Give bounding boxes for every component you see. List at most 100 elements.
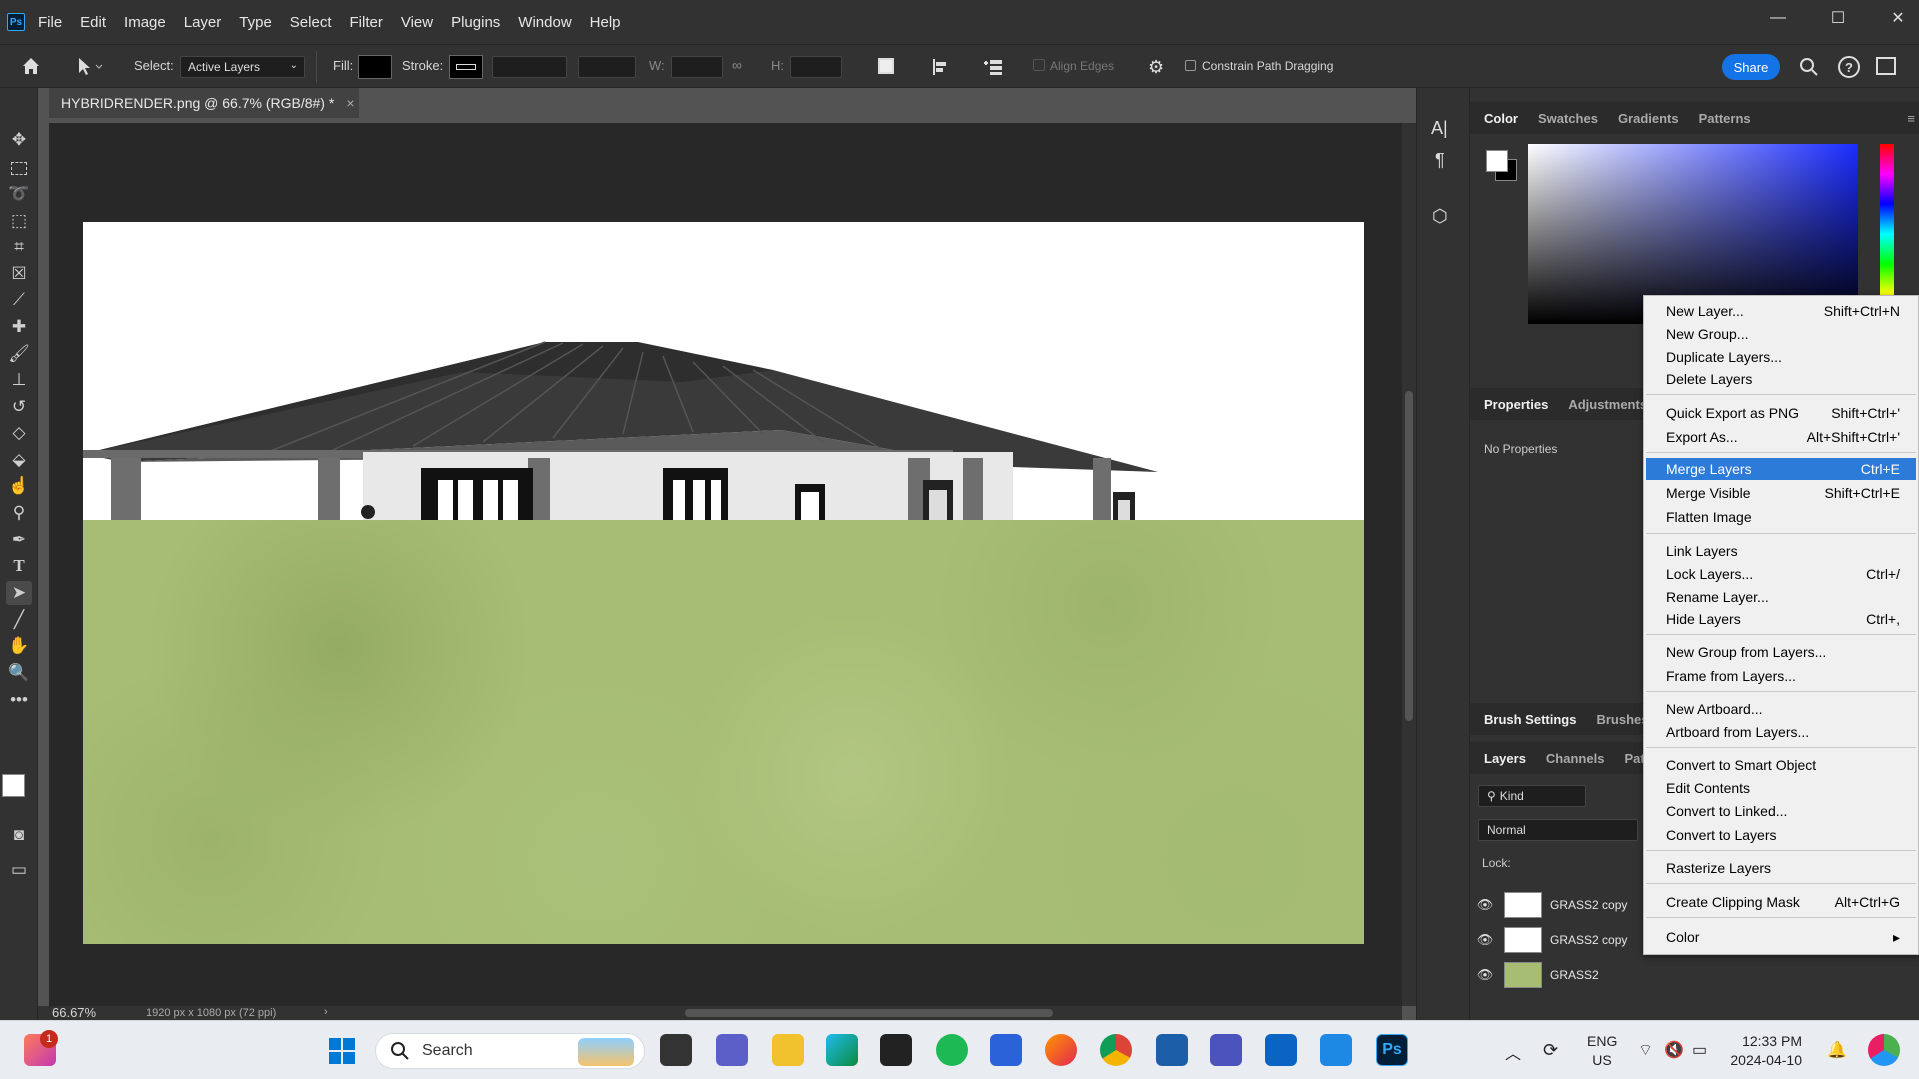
- tab-gradients[interactable]: Gradients: [1618, 111, 1679, 126]
- menu-filter[interactable]: Filter: [350, 14, 383, 31]
- lasso-tool-icon[interactable]: ➰: [6, 182, 32, 206]
- teams-work-icon[interactable]: [1210, 1034, 1242, 1066]
- constrain-checkbox[interactable]: [1185, 60, 1196, 71]
- menu-item-edit-contents[interactable]: Edit Contents: [1646, 777, 1916, 799]
- menu-item-quick-export[interactable]: Quick Export as PNG Shift+Ctrl+': [1646, 402, 1916, 424]
- stroke-type-dropdown[interactable]: [578, 56, 636, 78]
- stroke-width-field[interactable]: [492, 56, 567, 78]
- tab-brush-settings[interactable]: Brush Settings: [1484, 712, 1576, 727]
- horizontal-scrollbar[interactable]: [340, 1006, 1402, 1020]
- menu-layer[interactable]: Layer: [184, 14, 222, 31]
- layer-name[interactable]: GRASS2 copy: [1550, 898, 1627, 912]
- menu-file[interactable]: File: [38, 14, 62, 31]
- layer-row[interactable]: 👁 GRASS2 copy: [1470, 923, 1640, 957]
- battery-icon[interactable]: ▭: [1692, 1040, 1707, 1060]
- panel-menu-icon[interactable]: ≡: [1907, 111, 1915, 126]
- gear-icon[interactable]: ⚙: [1148, 57, 1168, 77]
- menu-item-flatten-image[interactable]: Flatten Image: [1646, 506, 1916, 528]
- clone-stamp-tool-icon[interactable]: ⊥: [6, 368, 32, 392]
- menu-item-lock-layers[interactable]: Lock Layers... Ctrl+/: [1646, 563, 1916, 585]
- menu-item-delete-layers[interactable]: Delete Layers: [1646, 368, 1916, 390]
- marquee-tool-icon[interactable]: [6, 156, 32, 180]
- tab-channels[interactable]: Channels: [1546, 751, 1605, 766]
- path-alignment-icon[interactable]: [930, 57, 950, 77]
- minimize-button[interactable]: —: [1748, 0, 1808, 36]
- eye-icon[interactable]: 👁: [1470, 897, 1500, 913]
- home-icon[interactable]: [20, 55, 42, 77]
- menu-item-merge-layers[interactable]: Merge Layers Ctrl+E: [1646, 458, 1916, 480]
- stroke-swatch[interactable]: [449, 55, 483, 79]
- notification-bell-icon[interactable]: 🔔: [1827, 1040, 1847, 1060]
- tab-adjustments[interactable]: Adjustments: [1568, 397, 1647, 412]
- system-clock[interactable]: 12:33 PM 2024-04-10: [1722, 1032, 1802, 1070]
- eyedropper-tool-icon[interactable]: ⟋: [6, 288, 32, 312]
- workspace-icon[interactable]: [1876, 57, 1896, 75]
- teams-icon[interactable]: [716, 1034, 748, 1066]
- chevron-up-icon[interactable]: ︿: [1505, 1040, 1521, 1064]
- layer-name[interactable]: GRASS2 copy: [1550, 933, 1627, 947]
- microsoft-store-icon[interactable]: [990, 1034, 1022, 1066]
- hand-tool-icon[interactable]: ✋: [6, 634, 32, 658]
- align-edges-checkbox[interactable]: [1033, 59, 1045, 71]
- color-foreground-swatch[interactable]: [1486, 150, 1508, 172]
- firefox-icon[interactable]: [1045, 1034, 1077, 1066]
- menu-item-color[interactable]: Color ▸: [1646, 926, 1916, 948]
- language-indicator[interactable]: ENG US: [1587, 1032, 1617, 1070]
- menu-item-export-as[interactable]: Export As... Alt+Shift+Ctrl+': [1646, 426, 1916, 448]
- taskbar-search-box[interactable]: Search: [375, 1033, 645, 1069]
- maximize-button[interactable]: ☐: [1808, 0, 1868, 36]
- layer-row[interactable]: 👁 GRASS2 copy: [1470, 888, 1640, 922]
- history-brush-tool-icon[interactable]: ↺: [6, 395, 32, 419]
- menu-item-rasterize-layers[interactable]: Rasterize Layers: [1646, 857, 1916, 879]
- 3d-panel-icon[interactable]: ⬡: [1432, 206, 1448, 227]
- menu-item-artboard-from-layers[interactable]: Artboard from Layers...: [1646, 721, 1916, 743]
- photos-icon[interactable]: [1320, 1034, 1352, 1066]
- edge-icon[interactable]: [826, 1034, 858, 1066]
- menu-item-convert-to-smart-object[interactable]: Convert to Smart Object: [1646, 754, 1916, 776]
- vertical-scrollbar[interactable]: [1402, 123, 1416, 1006]
- menu-edit[interactable]: Edit: [80, 14, 106, 31]
- menu-item-new-layer[interactable]: New Layer... Shift+Ctrl+N: [1646, 300, 1916, 322]
- tab-swatches[interactable]: Swatches: [1538, 111, 1598, 126]
- type-tool-icon[interactable]: T: [6, 554, 32, 578]
- close-tab-icon[interactable]: ×: [346, 95, 354, 111]
- tab-properties[interactable]: Properties: [1484, 397, 1548, 412]
- path-operations-icon[interactable]: [878, 58, 894, 74]
- smudge-tool-icon[interactable]: ☝: [6, 474, 32, 498]
- file-explorer-icon[interactable]: [772, 1034, 804, 1066]
- vertical-scroll-thumb[interactable]: [1405, 391, 1413, 721]
- wifi-icon[interactable]: ⌔: [1638, 1040, 1653, 1060]
- width-field[interactable]: [671, 56, 723, 78]
- menu-item-duplicate-layers[interactable]: Duplicate Layers...: [1646, 346, 1916, 368]
- layer-row[interactable]: 👁 GRASS2: [1470, 958, 1640, 992]
- close-button[interactable]: ✕: [1868, 0, 1919, 36]
- search-icon[interactable]: [1798, 56, 1820, 78]
- menu-window[interactable]: Window: [518, 14, 571, 31]
- zoom-level[interactable]: 66.67%: [52, 1006, 96, 1020]
- more-tools-icon[interactable]: •••: [6, 688, 32, 712]
- sync-icon[interactable]: ⟳: [1543, 1040, 1558, 1061]
- help-icon[interactable]: ?: [1838, 56, 1860, 78]
- eye-icon[interactable]: 👁: [1470, 967, 1500, 983]
- copilot-icon[interactable]: [1868, 1034, 1900, 1066]
- menu-item-convert-to-layers[interactable]: Convert to Layers: [1646, 824, 1916, 846]
- crop-tool-icon[interactable]: ⌗: [6, 235, 32, 259]
- photoshop-taskbar-icon[interactable]: Ps: [1376, 1034, 1408, 1066]
- tab-color[interactable]: Color: [1484, 111, 1518, 126]
- select-dropdown[interactable]: Active Layers ⌄: [180, 56, 305, 78]
- link-icon[interactable]: ∞: [732, 57, 752, 77]
- line-tool-icon[interactable]: ╱: [6, 608, 32, 632]
- screen-mode-icon[interactable]: ▭: [6, 858, 32, 882]
- path-arrangement-icon[interactable]: [982, 55, 1006, 79]
- eraser-tool-icon[interactable]: ◇: [6, 421, 32, 445]
- document-tab[interactable]: HYBRIDRENDER.png @ 66.7% (RGB/8#) * ×: [49, 88, 359, 118]
- quick-mask-icon[interactable]: ◙: [6, 823, 32, 847]
- zoom-tool-icon[interactable]: 🔍: [6, 661, 32, 685]
- sketchup-icon[interactable]: [1156, 1034, 1188, 1066]
- paint-bucket-tool-icon[interactable]: ⬙: [6, 448, 32, 472]
- layer-name[interactable]: GRASS2: [1550, 968, 1599, 982]
- menu-item-link-layers[interactable]: Link Layers: [1646, 540, 1916, 562]
- menu-item-new-group[interactable]: New Group...: [1646, 323, 1916, 345]
- menu-view[interactable]: View: [401, 14, 433, 31]
- character-panel-icon[interactable]: A|: [1431, 118, 1448, 139]
